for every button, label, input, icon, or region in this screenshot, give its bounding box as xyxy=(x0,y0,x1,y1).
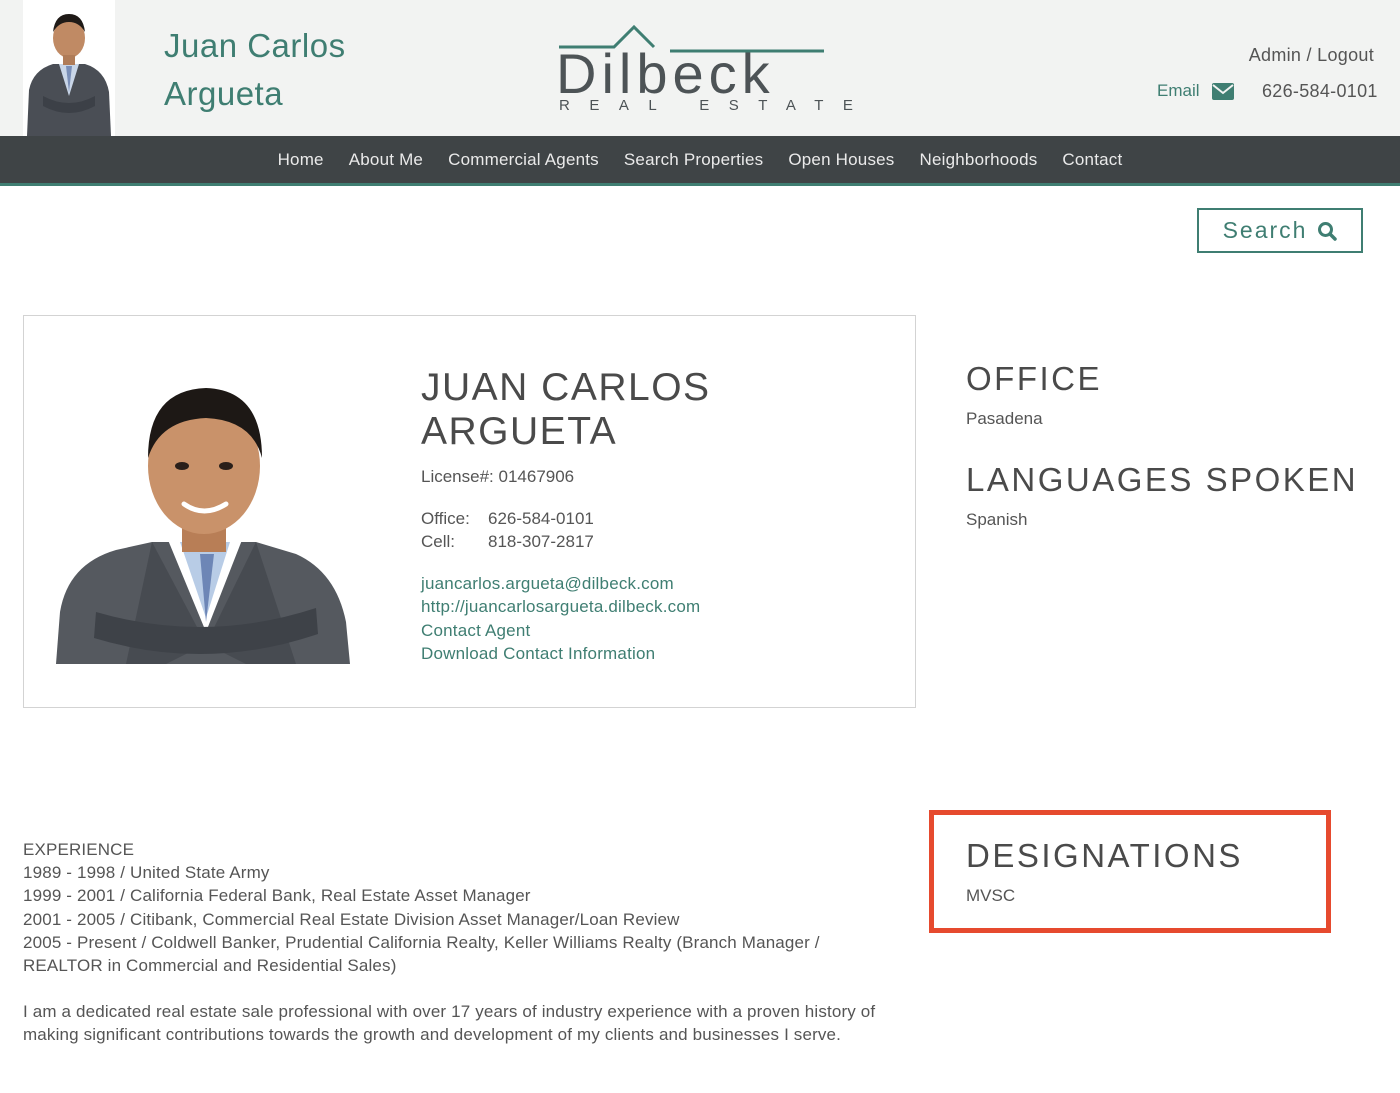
profile-agent-name: JUAN CARLOS ARGUETA xyxy=(421,366,711,454)
search-button-label: Search xyxy=(1222,217,1308,243)
agent-thumbnail-photo[interactable] xyxy=(23,0,115,136)
experience-line: 1999 - 2001 / California Federal Bank, R… xyxy=(23,886,531,906)
cell-phone-row: Cell: 818-307-2817 xyxy=(421,532,594,552)
header-email-link[interactable]: Email xyxy=(1157,81,1234,101)
header-agent-name-line1: Juan Carlos xyxy=(164,27,346,64)
search-icon xyxy=(1318,221,1338,241)
bio-paragraph: I am a dedicated real estate sale profes… xyxy=(23,1002,876,1045)
agent-portrait-image xyxy=(56,382,350,664)
contact-agent-link[interactable]: Contact Agent xyxy=(421,619,700,642)
experience-line: 2001 - 2005 / Citibank, Commercial Real … xyxy=(23,909,680,929)
experience-line: 2005 - Present / Coldwell Banker, Pruden… xyxy=(23,932,820,976)
header-agent-name[interactable]: Juan Carlos Argueta xyxy=(164,22,346,118)
experience-heading: EXPERIENCE xyxy=(23,840,135,859)
nav-item-commercial-agents[interactable]: Commercial Agents xyxy=(436,150,612,170)
agent-profile-photo xyxy=(56,382,350,664)
header-agent-name-line2: Argueta xyxy=(164,75,284,112)
agent-profile-card: JUAN CARLOS ARGUETA License#: 01467906 O… xyxy=(23,315,916,708)
office-value: Pasadena xyxy=(966,409,1043,428)
nav-item-open-houses[interactable]: Open Houses xyxy=(776,150,907,170)
nav-item-contact[interactable]: Contact xyxy=(1050,150,1135,170)
designations-value: MVSC xyxy=(966,886,1016,905)
download-contact-link[interactable]: Download Contact Information xyxy=(421,642,700,665)
envelope-icon xyxy=(1211,82,1234,100)
agent-website-link[interactable]: http://juancarlosargueta.dilbeck.com xyxy=(421,595,700,618)
logo-subtitle: REAL ESTATE xyxy=(559,97,873,114)
profile-name-line1: JUAN CARLOS xyxy=(421,366,711,409)
cell-phone-value[interactable]: 818-307-2817 xyxy=(488,532,594,552)
agent-thumbnail-image xyxy=(23,0,115,136)
languages-value: Spanish xyxy=(966,510,1028,529)
agent-email-link[interactable]: juancarlos.argueta@dilbeck.com xyxy=(421,572,700,595)
office-heading: OFFICE xyxy=(966,360,1102,397)
header-phone-link[interactable]: 626-584-0101 xyxy=(1262,81,1378,102)
office-phone-value[interactable]: 626-584-0101 xyxy=(488,509,594,529)
logo-wordmark: Dilbeck xyxy=(556,42,775,105)
site-header: Juan Carlos Argueta Dilbeck REAL ESTATE … xyxy=(0,0,1400,136)
nav-item-about-me[interactable]: About Me xyxy=(336,150,435,170)
search-button[interactable]: Search xyxy=(1197,208,1363,253)
header-email-label: Email xyxy=(1157,81,1200,100)
profile-links: juancarlos.argueta@dilbeck.com http://ju… xyxy=(421,572,700,665)
license-number: License#: 01467906 xyxy=(421,467,575,486)
nav-item-neighborhoods[interactable]: Neighborhoods xyxy=(907,150,1050,170)
office-phone-label: Office: xyxy=(421,509,470,528)
admin-logout-link[interactable]: Admin / Logout xyxy=(1249,45,1374,66)
dilbeck-logo[interactable]: Dilbeck REAL ESTATE xyxy=(556,24,853,116)
nav-item-home[interactable]: Home xyxy=(265,150,336,170)
office-phone-row: Office: 626-584-0101 xyxy=(421,509,594,529)
designations-heading: DESIGNATIONS xyxy=(966,837,1243,874)
experience-line: 1989 - 1998 / United State Army xyxy=(23,863,270,883)
languages-heading: LANGUAGES SPOKEN xyxy=(966,461,1359,498)
profile-name-line2: ARGUETA xyxy=(421,410,618,453)
agent-bio: EXPERIENCE 1989 - 1998 / United State Ar… xyxy=(23,838,903,1047)
main-navigation: Home About Me Commercial Agents Search P… xyxy=(0,136,1400,186)
cell-phone-label: Cell: xyxy=(421,532,456,551)
nav-item-search-properties[interactable]: Search Properties xyxy=(611,150,775,170)
